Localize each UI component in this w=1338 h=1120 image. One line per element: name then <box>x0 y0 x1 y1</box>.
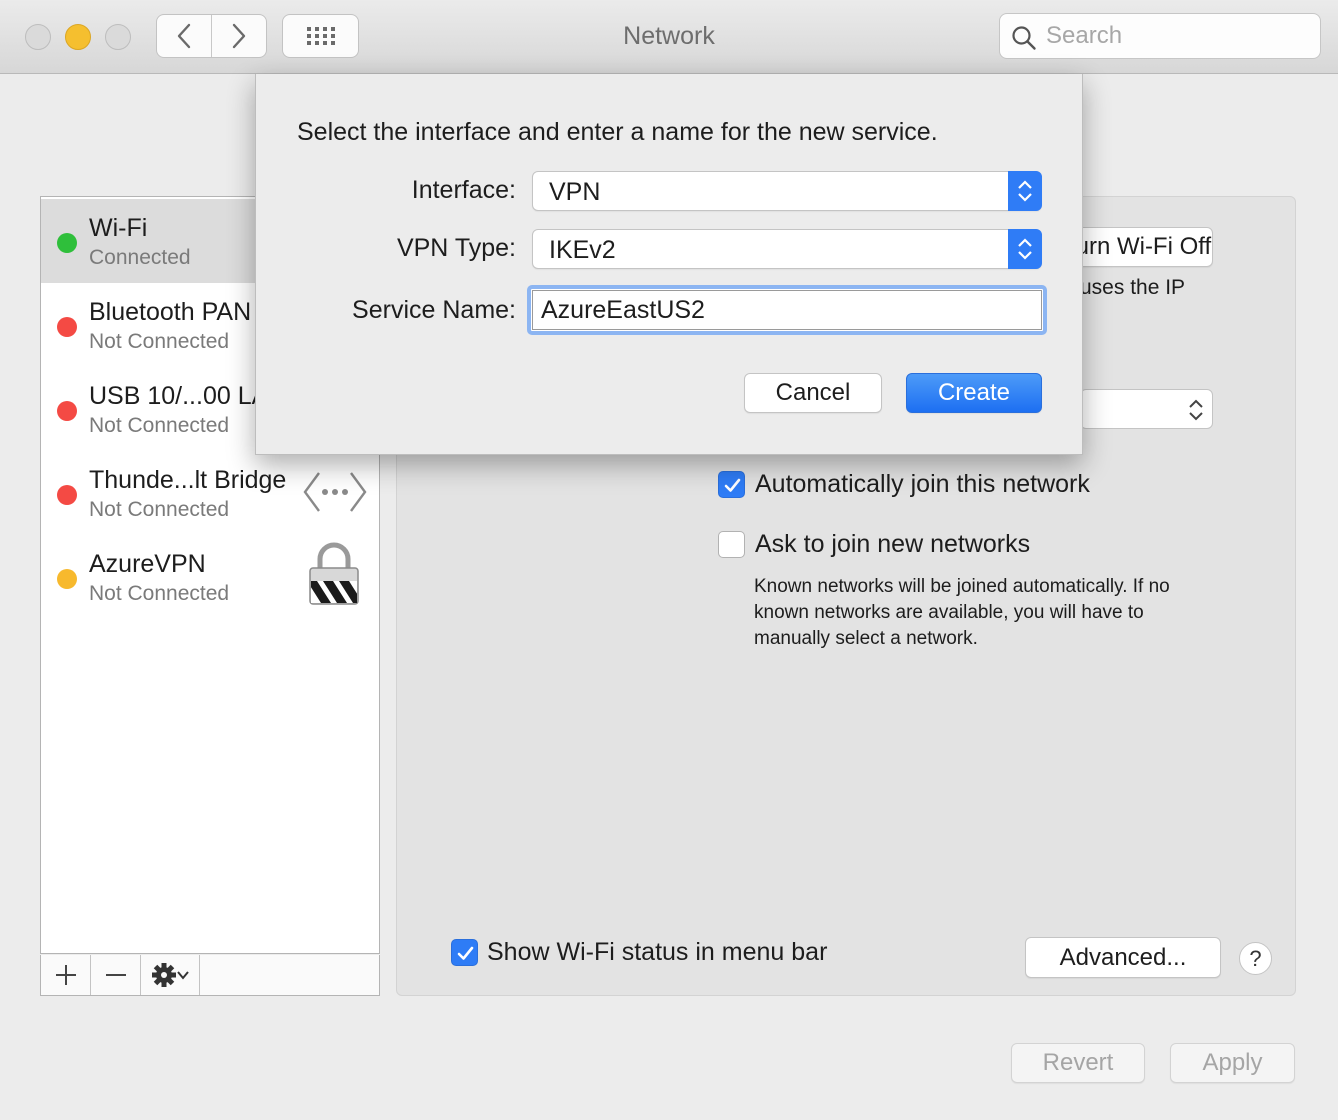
checkmark-icon <box>724 478 741 492</box>
apply-button[interactable]: Apply <box>1170 1043 1295 1083</box>
thunderbolt-bridge-icon <box>303 472 367 512</box>
add-service-button[interactable] <box>41 955 91 995</box>
chevron-down-icon <box>177 971 189 980</box>
search-field[interactable] <box>999 13 1321 59</box>
status-dot-red <box>57 485 77 505</box>
advanced-button[interactable]: Advanced... <box>1025 937 1221 978</box>
plus-icon <box>55 965 76 985</box>
gear-icon <box>152 963 176 987</box>
service-name-field <box>527 285 1047 335</box>
auto-join-label: Automatically join this network <box>755 470 1090 498</box>
interface-value: VPN <box>549 178 601 206</box>
up-down-arrows-icon <box>1018 238 1032 260</box>
show-wifi-status-label: Show Wi-Fi status in menu bar <box>487 938 828 966</box>
service-list-toolbar <box>40 955 380 996</box>
ask-to-join-label: Ask to join new networks <box>755 530 1031 558</box>
service-status: Not Connected <box>89 582 230 605</box>
help-button[interactable]: ? <box>1239 942 1272 975</box>
search-input[interactable] <box>1046 20 1306 52</box>
vpn-lock-icon <box>309 542 359 605</box>
title-bar: Network <box>0 0 1338 74</box>
vpn-type-value: IKEv2 <box>549 236 616 264</box>
cancel-button[interactable]: Cancel <box>744 373 882 413</box>
popup-arrows <box>1008 171 1042 211</box>
status-dot-green <box>57 233 77 253</box>
sheet-prompt: Select the interface and enter a name fo… <box>297 118 938 146</box>
service-name: AzureVPN <box>89 550 206 578</box>
revert-button[interactable]: Revert <box>1011 1043 1145 1083</box>
network-name-popup[interactable] <box>1080 389 1213 429</box>
create-button[interactable]: Create <box>906 373 1042 413</box>
new-service-sheet: Select the interface and enter a name fo… <box>255 74 1083 455</box>
auto-join-checkbox[interactable] <box>718 471 745 498</box>
status-dot-red <box>57 401 77 421</box>
status-dot-red <box>57 317 77 337</box>
up-down-arrows-icon <box>1018 180 1032 202</box>
service-status: Not Connected <box>89 498 230 521</box>
wifi-status-description: uses the IP <box>1080 276 1186 299</box>
minus-icon <box>105 974 126 976</box>
service-item-azurevpn[interactable]: AzureVPN Not Connected <box>41 535 379 619</box>
service-name: Bluetooth PAN <box>89 298 252 326</box>
show-wifi-status-checkbox[interactable] <box>451 939 478 966</box>
service-name: Wi-Fi <box>89 214 148 242</box>
vpn-type-popup[interactable]: IKEv2 <box>532 229 1042 269</box>
up-down-arrows-icon <box>1189 399 1203 421</box>
service-status: Connected <box>89 246 191 269</box>
checkmark-icon <box>457 946 474 960</box>
ask-to-join-hint: Known networks will be joined automatica… <box>754 576 1170 649</box>
status-dot-yellow <box>57 569 77 589</box>
ask-to-join-checkbox[interactable] <box>718 531 745 558</box>
service-status: Not Connected <box>89 330 230 353</box>
popup-arrows <box>1008 229 1042 269</box>
vpn-type-label: VPN Type: <box>396 234 516 262</box>
service-item-thunderbolt-bridge[interactable]: Thunde...lt Bridge Not Connected <box>41 451 379 535</box>
service-name: Thunde...lt Bridge <box>89 466 287 494</box>
service-name-label: Service Name: <box>352 296 516 324</box>
interface-label: Interface: <box>411 176 516 204</box>
search-icon <box>1012 26 1036 50</box>
interface-popup[interactable]: VPN <box>532 171 1042 211</box>
remove-service-button[interactable] <box>91 955 141 995</box>
service-status: Not Connected <box>89 414 230 437</box>
service-actions-menu-button[interactable] <box>141 955 200 995</box>
service-name-input[interactable] <box>532 290 1042 330</box>
